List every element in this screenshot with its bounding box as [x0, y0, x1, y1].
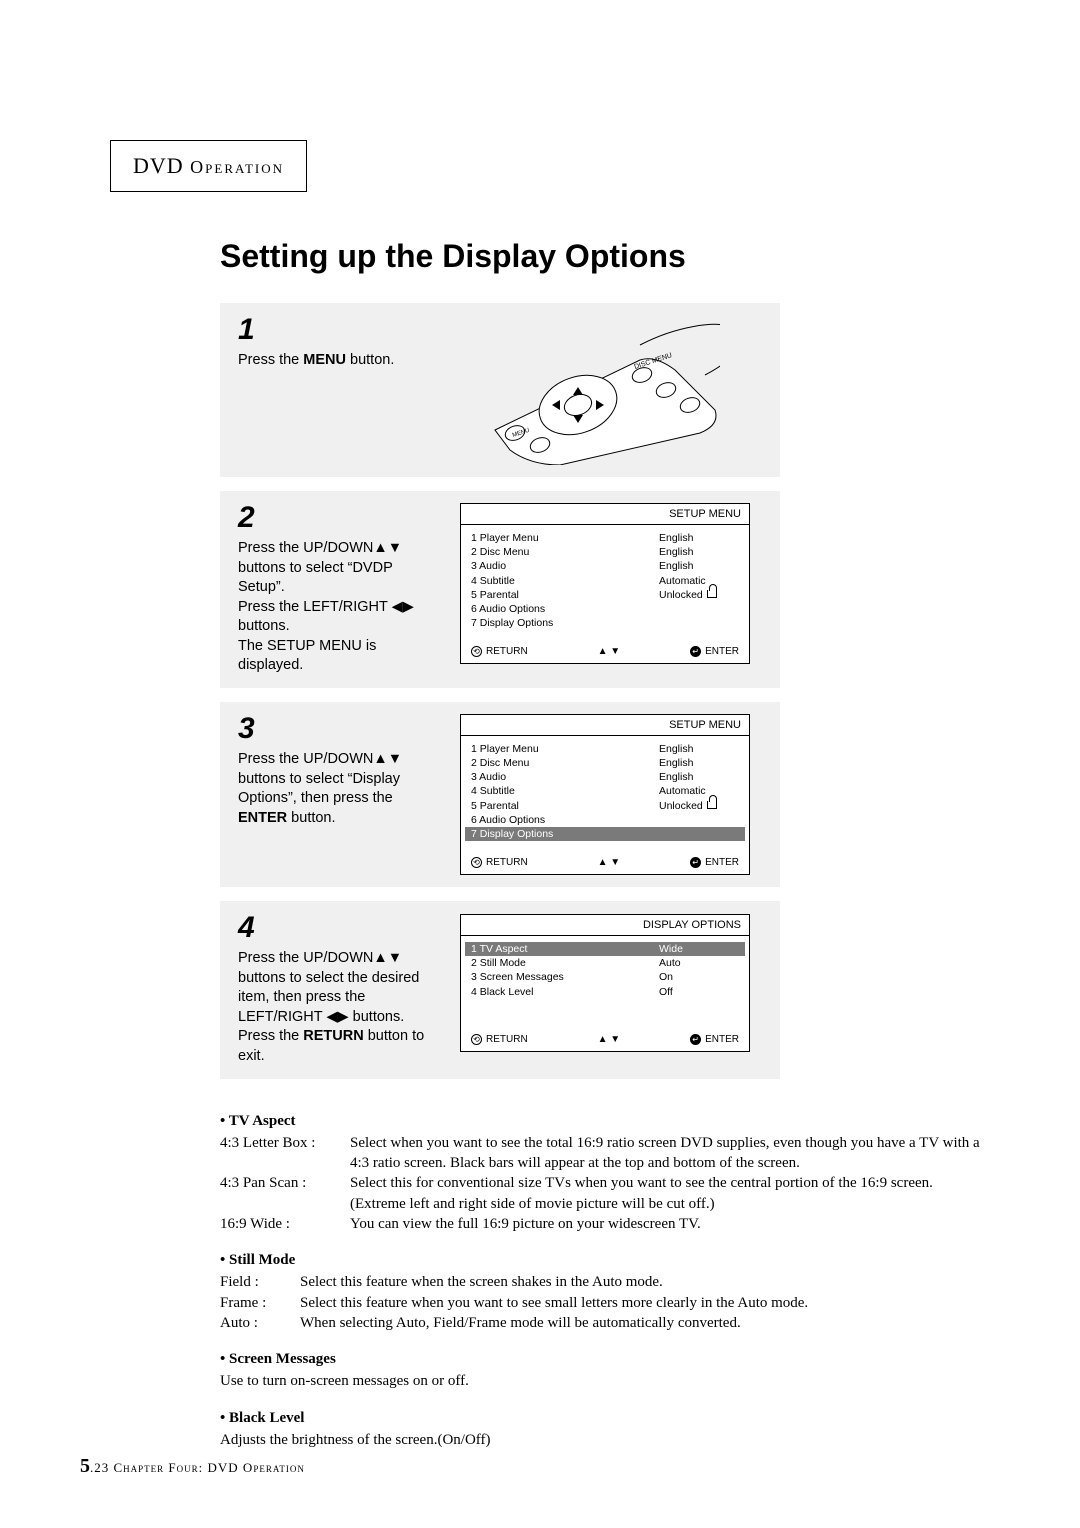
osd-row: 3 Screen MessagesOn: [471, 970, 739, 984]
screen-messages-text: Use to turn on-screen messages on or off…: [220, 1371, 980, 1391]
osd-title: SETUP MENU: [461, 504, 749, 525]
osd-row: 1 Player MenuEnglish: [471, 531, 739, 545]
osd-body: 1 Player MenuEnglish2 Disc MenuEnglish3 …: [461, 525, 749, 640]
remote-illustration: DISC MENU MENU: [490, 315, 720, 465]
osd-body: 1 TV AspectWide2 Still ModeAuto3 Screen …: [461, 936, 749, 1028]
section-header-prefix: DVD: [133, 153, 190, 178]
page-title: Setting up the Display Options: [220, 238, 970, 275]
osd-row: 3 AudioEnglish: [471, 770, 739, 784]
osd-row: 2 Still ModeAuto: [471, 956, 739, 970]
page-footer: 5.23 Chapter Four: DVD Operation: [80, 1455, 305, 1478]
screen-messages-block: Screen Messages Use to turn on-screen me…: [220, 1349, 980, 1392]
step-text: Press the UP/DOWN▲▼ buttons to select “D…: [238, 750, 436, 828]
definition-row: Field :Select this feature when the scre…: [220, 1272, 980, 1292]
screen-messages-title: Screen Messages: [220, 1349, 980, 1369]
osd-row: 5 ParentalUnlocked: [471, 799, 739, 813]
osd-body: 1 Player MenuEnglish2 Disc MenuEnglish3 …: [461, 736, 749, 851]
tv-aspect-rows: 4:3 Letter Box :Select when you want to …: [220, 1133, 980, 1234]
osd-row: 2 Disc MenuEnglish: [471, 545, 739, 559]
still-mode-block: Still Mode Field :Select this feature wh…: [220, 1250, 980, 1333]
step-num: 2: [238, 503, 436, 533]
return-icon: ⟲: [471, 646, 482, 657]
enter-icon: ↵: [690, 857, 701, 868]
still-mode-rows: Field :Select this feature when the scre…: [220, 1272, 980, 1333]
step-num: 4: [238, 913, 436, 943]
return-icon: ⟲: [471, 857, 482, 868]
osd-row: 2 Disc MenuEnglish: [471, 756, 739, 770]
osd-row: 7 Display Options: [465, 827, 745, 841]
section-header-box: DVD Operation: [110, 140, 307, 192]
osd-row: 3 AudioEnglish: [471, 559, 739, 573]
osd-title: DISPLAY OPTIONS: [461, 915, 749, 936]
step-2: 2 Press the UP/DOWN▲▼ buttons to select …: [220, 491, 780, 688]
step-1: 1 Press the MENU button.: [220, 303, 780, 477]
step-4: 4 Press the UP/DOWN▲▼ buttons to select …: [220, 901, 780, 1078]
osd-row: 6 Audio Options: [471, 602, 739, 616]
page-number-major: 5: [80, 1455, 90, 1477]
osd-row: 6 Audio Options: [471, 813, 739, 827]
osd-row: 4 Black LevelOff: [471, 985, 739, 999]
osd-display-options: DISPLAY OPTIONS 1 TV AspectWide2 Still M…: [460, 914, 750, 1052]
definition-row: Auto :When selecting Auto, Field/Frame m…: [220, 1313, 980, 1333]
step-text: Press the UP/DOWN▲▼ buttons to select “D…: [238, 539, 436, 676]
osd-title: SETUP MENU: [461, 715, 749, 736]
osd-setup-menu: SETUP MENU 1 Player MenuEnglish2 Disc Me…: [460, 503, 750, 664]
black-level-title: Black Level: [220, 1408, 980, 1428]
definition-row: 16:9 Wide :You can view the full 16:9 pi…: [220, 1214, 980, 1234]
steps-block: 1 Press the MENU button.: [220, 303, 780, 1079]
step-num: 3: [238, 714, 436, 744]
step-3: 3 Press the UP/DOWN▲▼ buttons to select …: [220, 702, 780, 887]
explanations: TV Aspect 4:3 Letter Box :Select when yo…: [220, 1111, 980, 1451]
osd-row: 1 Player MenuEnglish: [471, 742, 739, 756]
page-number-minor: .23: [90, 1460, 114, 1475]
definition-row: Frame :Select this feature when you want…: [220, 1293, 980, 1313]
osd-setup-menu-hl: SETUP MENU 1 Player MenuEnglish2 Disc Me…: [460, 714, 750, 875]
chapter-label: Chapter Four: DVD Operation: [114, 1460, 305, 1475]
osd-row: 5 ParentalUnlocked: [471, 588, 739, 602]
step-text: Press the MENU button.: [238, 351, 436, 371]
still-mode-title: Still Mode: [220, 1250, 980, 1270]
return-icon: ⟲: [471, 1034, 482, 1045]
osd-row: 4 SubtitleAutomatic: [471, 784, 739, 798]
step-num: 1: [238, 315, 436, 345]
definition-row: 4:3 Pan Scan :Select this for convention…: [220, 1173, 980, 1214]
osd-row: 4 SubtitleAutomatic: [471, 574, 739, 588]
black-level-block: Black Level Adjusts the brightness of th…: [220, 1408, 980, 1451]
tv-aspect-block: TV Aspect 4:3 Letter Box :Select when yo…: [220, 1111, 980, 1235]
section-header-suffix: Operation: [190, 157, 284, 177]
enter-icon: ↵: [690, 1034, 701, 1045]
osd-row: 7 Display Options: [471, 616, 739, 630]
tv-aspect-title: TV Aspect: [220, 1111, 980, 1131]
enter-icon: ↵: [690, 646, 701, 657]
definition-row: 4:3 Letter Box :Select when you want to …: [220, 1133, 980, 1174]
osd-row: 1 TV AspectWide: [465, 942, 745, 956]
black-level-text: Adjusts the brightness of the screen.(On…: [220, 1430, 980, 1450]
step-text: Press the UP/DOWN▲▼ buttons to select th…: [238, 949, 436, 1066]
